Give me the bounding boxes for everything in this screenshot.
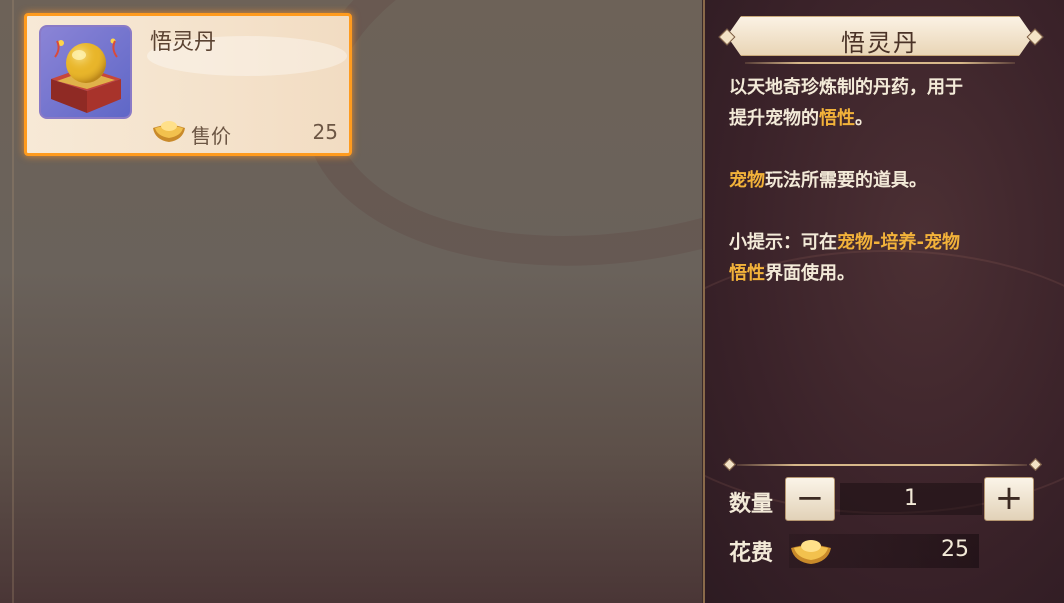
price-label: 售价 bbox=[191, 124, 231, 148]
divider-right-ornament bbox=[1029, 458, 1042, 471]
desc-line-1: 以天地奇珍炼制的丹药，用于 bbox=[729, 77, 963, 98]
detail-title: 悟灵丹 bbox=[841, 29, 919, 57]
gold-ingot-icon bbox=[791, 540, 831, 564]
gold-ingot-icon bbox=[153, 121, 185, 142]
purchase-divider bbox=[737, 464, 1027, 466]
quantity-input[interactable]: 1 bbox=[840, 483, 982, 515]
cost-label: 花费 bbox=[729, 541, 774, 566]
golden-orb-on-box-icon bbox=[39, 25, 132, 119]
item-detail-panel: 悟灵丹 以天地奇珍炼制的丹药，用于 提升宠物的悟性。 宠物玩法所需要的道具。 小… bbox=[703, 0, 1064, 603]
price-value: 25 bbox=[312, 120, 338, 144]
decrease-quantity-button[interactable]: − bbox=[785, 477, 835, 521]
item-description: 以天地奇珍炼制的丹药，用于 提升宠物的悟性。 宠物玩法所需要的道具。 小提示：可… bbox=[729, 72, 1039, 289]
divider-left-ornament bbox=[723, 458, 736, 471]
title-underline bbox=[745, 62, 1015, 64]
increase-quantity-button[interactable]: + bbox=[984, 477, 1034, 521]
shop-item-card-selected[interactable]: 悟灵丹 售价 25 bbox=[24, 13, 352, 156]
list-border bbox=[12, 0, 14, 603]
cost-field: 25 bbox=[789, 534, 979, 568]
cost-value: 25 bbox=[941, 537, 969, 562]
desc-line-2: 提升宠物的悟性。 bbox=[729, 108, 873, 129]
item-price-row: 售价 25 bbox=[151, 116, 346, 148]
desc-line-3: 宠物玩法所需要的道具。 bbox=[729, 170, 927, 191]
item-name: 悟灵丹 bbox=[150, 30, 217, 55]
title-banner: 悟灵丹 bbox=[727, 16, 1033, 56]
desc-line-5: 悟性界面使用。 bbox=[729, 263, 855, 284]
desc-line-4: 小提示：可在宠物-培养-宠物 bbox=[729, 232, 960, 253]
quantity-label: 数量 bbox=[729, 492, 774, 517]
shop-item-list: 悟灵丹 售价 25 bbox=[0, 0, 702, 603]
